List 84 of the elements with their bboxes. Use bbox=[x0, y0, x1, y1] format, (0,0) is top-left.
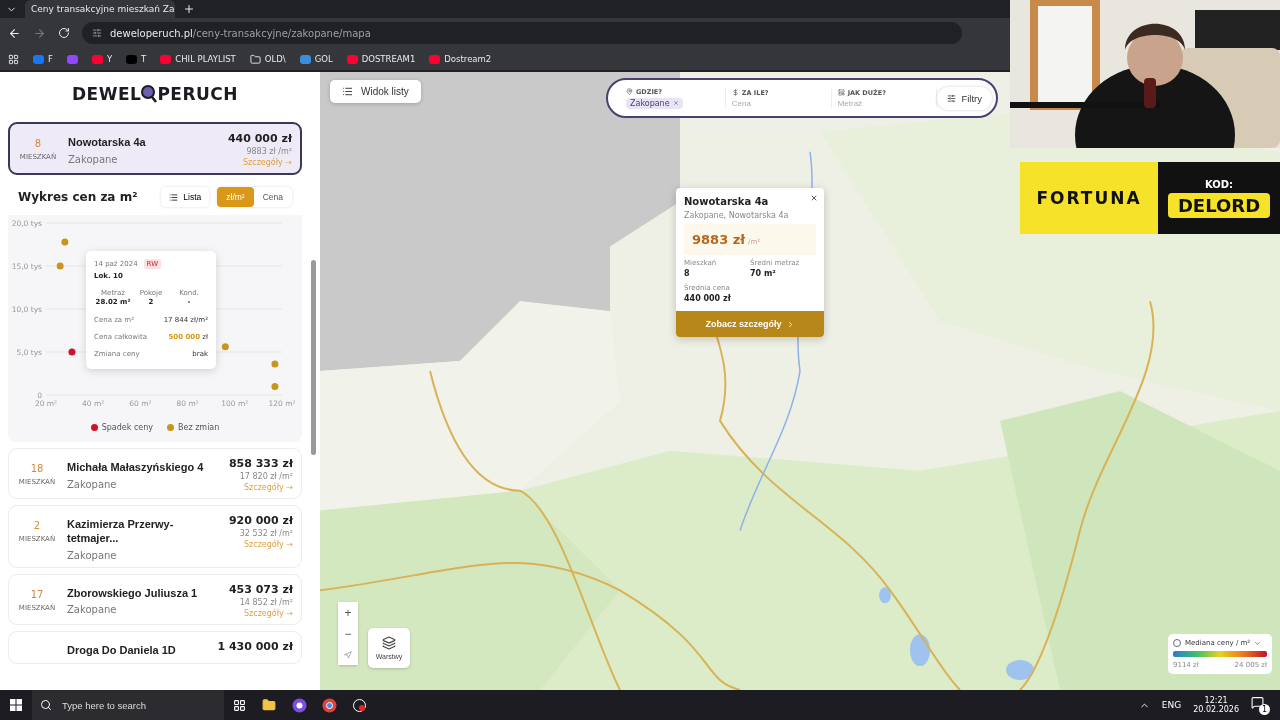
notification-button[interactable]: 1 bbox=[1251, 695, 1270, 715]
listing-city: Zakopane bbox=[67, 549, 118, 561]
search-input[interactable]: Metraż bbox=[837, 98, 898, 108]
close-icon[interactable] bbox=[810, 194, 818, 202]
listing-price: 440 000 zł bbox=[227, 132, 292, 145]
price-per-m2: 32 532 zł /m² bbox=[239, 529, 293, 538]
floor-plan-icon bbox=[837, 89, 845, 96]
dollar-icon bbox=[731, 89, 739, 96]
zoom-in-button[interactable]: + bbox=[338, 602, 358, 623]
listing-city: Zakopane bbox=[67, 478, 118, 490]
address-bar[interactable]: deweloperuch.pl/ceny-transakcyjne/zakopane/mapa bbox=[82, 22, 962, 44]
search-icon bbox=[40, 699, 52, 711]
bookmark-link[interactable]: Dostream2 bbox=[444, 54, 492, 64]
legend-label: Bez zmian bbox=[178, 423, 220, 432]
popup-title: Nowotarska 4a bbox=[684, 196, 769, 207]
bookmark-link[interactable]: Y bbox=[106, 54, 113, 64]
reload-icon[interactable] bbox=[58, 27, 70, 39]
bookmark-link[interactable]: OLD\ bbox=[264, 54, 286, 64]
bookmark-link[interactable]: GOL bbox=[314, 54, 333, 64]
stat-value: 440 000 zł bbox=[684, 294, 732, 303]
apartment-count: 17 bbox=[30, 588, 44, 600]
price-per-m2: 14 852 zł /m² bbox=[239, 597, 293, 607]
listing-city: Zakopane bbox=[68, 153, 119, 165]
folder-icon bbox=[249, 53, 261, 65]
language-indicator[interactable]: ENG bbox=[1161, 700, 1182, 710]
windows-icon bbox=[10, 699, 22, 711]
browser-tab[interactable]: Ceny transakcyjne mieszkań Za bbox=[25, 0, 175, 18]
listing-name: Michała Małaszyńskiego 4 bbox=[67, 461, 205, 475]
bookmark-icon bbox=[33, 54, 44, 64]
price-per-m2: 17 820 zł /m² bbox=[239, 472, 293, 481]
back-icon[interactable] bbox=[8, 26, 21, 40]
stat-value: 8 bbox=[684, 269, 691, 278]
bookmark-icon bbox=[66, 54, 78, 64]
list-button[interactable]: Lista bbox=[161, 187, 210, 207]
bookmark-icon bbox=[126, 54, 138, 64]
layers-icon bbox=[382, 636, 396, 650]
search-input[interactable]: Type here to search bbox=[60, 698, 210, 712]
compass-icon bbox=[344, 650, 352, 659]
taskbar-search[interactable]: Type here to search bbox=[32, 690, 224, 720]
stat-value: 70 m² bbox=[750, 269, 777, 278]
listing-city: Zakopane bbox=[67, 604, 118, 616]
list-icon bbox=[169, 192, 179, 202]
price-per-m2: 9883 zł /m² bbox=[246, 147, 292, 156]
pin-icon bbox=[626, 88, 633, 95]
apps-icon[interactable] bbox=[8, 53, 19, 65]
scrollbar[interactable] bbox=[311, 260, 316, 455]
promo-code: DELORD bbox=[1167, 192, 1271, 218]
legend-label: Spadek ceny bbox=[101, 423, 153, 432]
brand-name: FORTUNA bbox=[1020, 162, 1158, 234]
listing-price: 858 333 zł bbox=[228, 457, 293, 470]
list-icon bbox=[342, 86, 353, 97]
location-chip[interactable]: Zakopane bbox=[626, 97, 683, 109]
popup-address: Zakopane, Nowotarska 4a bbox=[684, 211, 790, 220]
listing-card[interactable]: Droga Do Daniela 1D 1 430 000 zł bbox=[8, 630, 302, 665]
bookmark-icon bbox=[299, 54, 311, 64]
apartment-count: 2 bbox=[33, 520, 41, 531]
listing-price: 920 000 zł bbox=[228, 514, 293, 527]
unit-toggle[interactable]: Cena bbox=[253, 187, 292, 207]
listing-price: 453 073 zł bbox=[228, 582, 293, 596]
search-input[interactable]: Cena bbox=[731, 98, 792, 108]
apartment-count: 18 bbox=[30, 463, 44, 474]
clock[interactable]: 12:21 20.02.2026 bbox=[1193, 696, 1239, 714]
bookmark-link[interactable]: F bbox=[48, 54, 53, 64]
bookmark-link[interactable]: CHIL PLAYLIST bbox=[175, 54, 236, 64]
filter-icon bbox=[947, 93, 957, 103]
site-settings-icon bbox=[92, 28, 102, 38]
bookmark-link[interactable]: DOSTREAM1 bbox=[361, 54, 416, 64]
bookmark-link[interactable]: T bbox=[141, 54, 147, 64]
listing-name: Droga Do Daniela 1D bbox=[67, 643, 177, 658]
listing-name: Nowotarska 4a bbox=[68, 136, 147, 150]
listing-name: Kazimierza Przerwy-tetmajer... bbox=[67, 518, 175, 546]
listing-name: Zborowskiego Juliusza 1 bbox=[67, 586, 199, 601]
code-label: KOD: bbox=[1204, 178, 1234, 190]
chart-title: Wykres cen za m² bbox=[18, 190, 139, 204]
logo: DEWEL PERUCH bbox=[70, 83, 240, 106]
url-text: deweloperuch.pl/ceny-transakcyjne/zakopane/mapa bbox=[110, 27, 371, 39]
list-view-button[interactable]: Widok listy bbox=[330, 80, 421, 103]
new-tab-icon[interactable] bbox=[183, 3, 195, 15]
chevron-icon[interactable] bbox=[1254, 639, 1262, 647]
forward-icon[interactable] bbox=[33, 26, 46, 40]
filters-button[interactable]: Filtry bbox=[937, 86, 992, 110]
zoom-out-button[interactable]: − bbox=[338, 623, 358, 644]
listing-price: 1 430 000 zł bbox=[217, 639, 293, 653]
apartment-count: 8 bbox=[34, 138, 42, 149]
